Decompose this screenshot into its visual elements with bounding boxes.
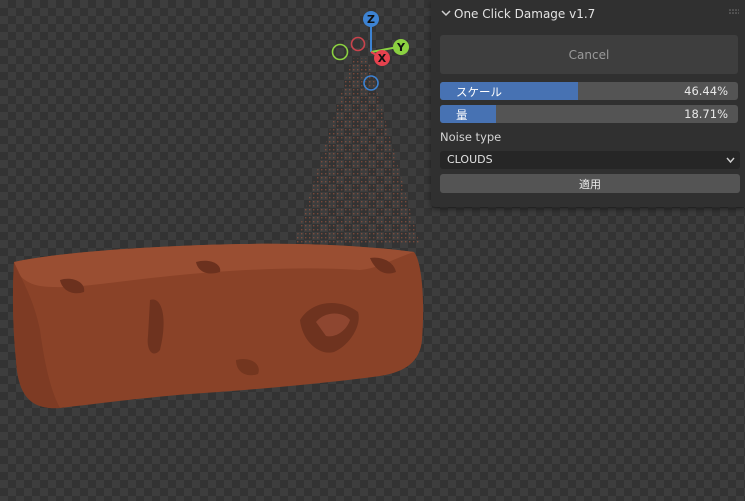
scale-slider-value: 46.44% xyxy=(684,84,728,98)
amount-slider-value: 18.71% xyxy=(684,107,728,121)
amount-slider-label: 量 xyxy=(456,108,468,122)
scale-slider-label: スケール xyxy=(456,85,502,99)
noise-type-dropdown[interactable]: CLOUDS xyxy=(440,151,740,169)
3d-viewport[interactable]: Z Y X One Click Damage v1.7 Cancel スケール xyxy=(0,0,745,501)
amount-slider-fill xyxy=(440,105,496,123)
gizmo-z-label: Z xyxy=(367,13,375,26)
one-click-damage-panel: One Click Damage v1.7 Cancel スケール 46.44%… xyxy=(431,0,745,207)
panel-header[interactable]: One Click Damage v1.7 xyxy=(431,0,745,28)
chevron-down-icon xyxy=(726,157,735,164)
scale-slider[interactable]: スケール 46.44% xyxy=(440,82,738,100)
gizmo-neg-x[interactable] xyxy=(350,36,366,52)
light-cone xyxy=(294,58,420,245)
noise-type-value: CLOUDS xyxy=(447,153,493,166)
gizmo-x-label: X xyxy=(378,52,387,65)
drag-grip-icon[interactable] xyxy=(729,9,739,15)
brick-mesh[interactable] xyxy=(12,243,424,409)
noise-type-label: Noise type xyxy=(440,130,502,144)
apply-button[interactable]: 適用 xyxy=(440,174,740,193)
gizmo-neg-y[interactable] xyxy=(331,43,349,61)
amount-slider[interactable]: 量 18.71% xyxy=(440,105,738,123)
chevron-down-icon[interactable] xyxy=(440,7,452,19)
panel-title: One Click Damage v1.7 xyxy=(454,7,596,21)
gizmo-y-label: Y xyxy=(396,41,406,54)
cancel-button[interactable]: Cancel xyxy=(440,35,738,74)
